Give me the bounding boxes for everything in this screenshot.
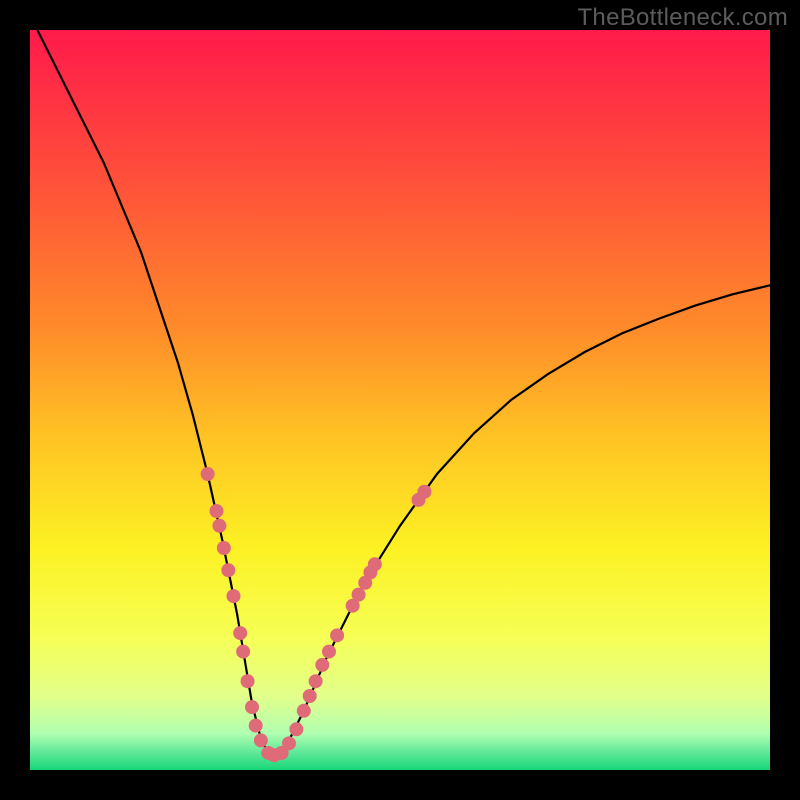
highlight-dot <box>282 736 296 750</box>
highlight-dot <box>217 541 231 555</box>
gradient-background <box>30 30 770 770</box>
highlight-dot <box>368 557 382 571</box>
highlight-dot <box>289 722 303 736</box>
highlight-dot <box>221 563 235 577</box>
highlight-dot <box>322 645 336 659</box>
highlight-dot <box>241 674 255 688</box>
highlight-dot <box>315 658 329 672</box>
highlight-dot <box>236 645 250 659</box>
highlight-dot <box>352 588 366 602</box>
chart-svg <box>30 30 770 770</box>
highlight-dot <box>233 626 247 640</box>
highlight-dot <box>227 589 241 603</box>
highlight-dot <box>417 485 431 499</box>
plot-area <box>30 30 770 770</box>
highlight-dot <box>330 628 344 642</box>
highlight-dot <box>212 519 226 533</box>
chart-frame: TheBottleneck.com <box>0 0 800 800</box>
highlight-dot <box>209 504 223 518</box>
highlight-dot <box>303 689 317 703</box>
highlight-dot <box>309 674 323 688</box>
highlight-dot <box>201 467 215 481</box>
watermark-text: TheBottleneck.com <box>577 4 788 32</box>
highlight-dot <box>254 733 268 747</box>
highlight-dot <box>297 704 311 718</box>
highlight-dot <box>245 700 259 714</box>
highlight-dot <box>249 719 263 733</box>
